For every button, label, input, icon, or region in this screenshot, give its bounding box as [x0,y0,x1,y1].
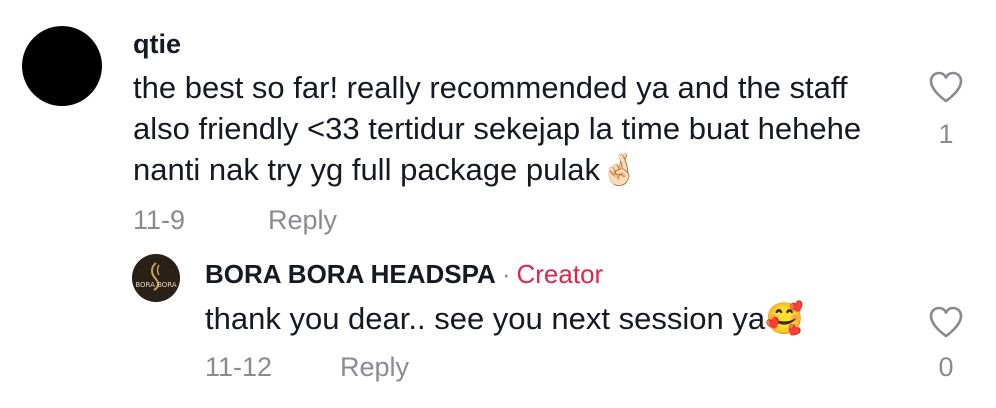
svg-text:BORA BORA: BORA BORA [135,281,177,289]
like-count: 0 [938,352,954,382]
heart-icon[interactable] [928,305,964,339]
reply-date: 11-12 [205,352,273,382]
creator-badge: Creator [516,259,604,289]
avatar[interactable] [22,26,102,106]
reply-username-line[interactable]: BORA BORA HEADSPA · Creator [205,258,603,290]
reply-button[interactable]: Reply [268,204,337,236]
comment-username[interactable]: qtie [133,28,181,60]
comment-text: the best so far! really recommended ya a… [133,70,862,187]
reply-text: thank you dear.. see you next session ya… [205,301,804,336]
like-count: 1 [938,119,954,149]
reply-username[interactable]: BORA BORA HEADSPA [205,259,496,289]
bora-bora-logo-icon: BORA BORA [132,254,180,302]
heart-icon[interactable] [928,70,964,104]
separator-dot: · [501,259,511,289]
reply-button[interactable]: Reply [340,351,409,383]
comment-date: 11-9 [133,205,186,235]
avatar[interactable]: BORA BORA [132,254,180,302]
